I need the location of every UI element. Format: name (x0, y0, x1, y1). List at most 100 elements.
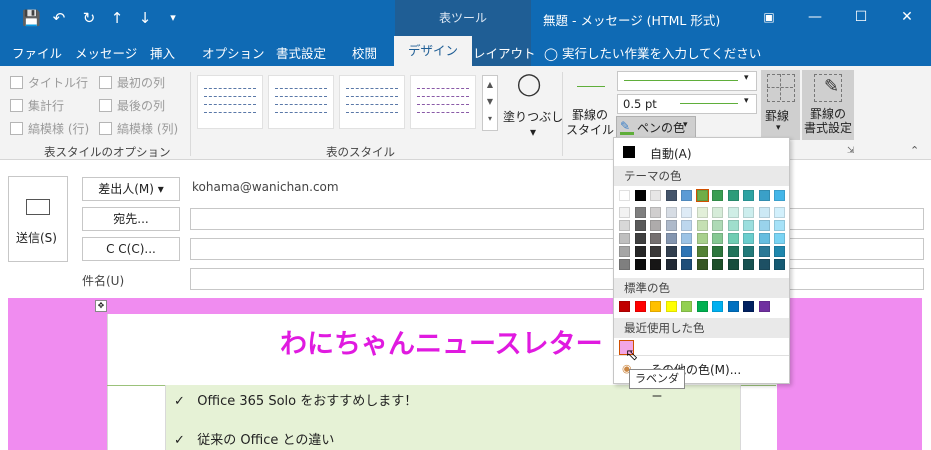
checkbox-header-row[interactable]: タイトル行 (10, 74, 88, 91)
standard-color-swatch[interactable] (743, 301, 754, 312)
tab-design[interactable]: デザイン (394, 36, 473, 66)
theme-shade-swatch[interactable] (774, 233, 785, 244)
standard-color-swatch[interactable] (758, 301, 770, 312)
theme-shade-swatch[interactable] (727, 233, 739, 244)
theme-shade-swatch[interactable] (758, 220, 770, 231)
table-style-3[interactable] (339, 75, 405, 129)
theme-shade-swatch[interactable] (758, 246, 770, 257)
theme-shade-swatch[interactable] (681, 207, 692, 218)
style-gallery-scroll[interactable]: ▲ ▼ ▾ (482, 75, 498, 131)
border-painter-button[interactable]: ✎ 罫線の 書式設定 (802, 70, 854, 140)
checkbox-first-column[interactable]: 最初の列 (99, 74, 165, 91)
theme-color-swatch[interactable] (727, 190, 739, 201)
standard-color-swatch[interactable] (619, 301, 630, 312)
checkbox-banded-rows[interactable]: 縞模様 (行) (10, 120, 89, 137)
maximize-icon[interactable]: ☐ (846, 6, 876, 28)
customize-icon[interactable]: ▾ (164, 9, 182, 27)
theme-shade-swatch[interactable] (743, 233, 754, 244)
theme-color-swatch[interactable] (665, 190, 677, 201)
theme-shade-swatch[interactable] (758, 259, 770, 270)
undo-icon[interactable]: ↶ (50, 9, 68, 27)
theme-shade-swatch[interactable] (634, 220, 646, 231)
theme-shade-swatch[interactable] (681, 233, 692, 244)
theme-shade-swatch[interactable] (650, 233, 661, 244)
minimize-icon[interactable]: — (800, 6, 830, 28)
table-style-2[interactable] (268, 75, 334, 129)
theme-shade-swatch[interactable] (634, 207, 646, 218)
collapse-ribbon-icon[interactable]: ⌃ (910, 144, 919, 157)
table-move-handle-icon[interactable]: ✥ (95, 300, 107, 312)
theme-shade-swatch[interactable] (665, 233, 677, 244)
theme-color-swatch[interactable] (712, 190, 723, 201)
table-style-1[interactable] (197, 75, 263, 129)
standard-color-swatch[interactable] (665, 301, 677, 312)
theme-color-swatch[interactable] (743, 190, 754, 201)
standard-color-swatch[interactable] (650, 301, 661, 312)
theme-shade-swatch[interactable] (696, 233, 708, 244)
line-weight-select[interactable]: 0.5 pt ▾ (617, 94, 757, 114)
theme-shade-swatch[interactable] (681, 246, 692, 257)
cc-field[interactable] (190, 238, 924, 260)
tell-me-box[interactable]: ◯ 実行したい作業を入力してください (544, 43, 761, 62)
theme-shade-swatch[interactable] (727, 259, 739, 270)
theme-shade-swatch[interactable] (758, 233, 770, 244)
border-styles-button[interactable]: 罫線の スタイル (566, 108, 614, 138)
theme-shade-swatch[interactable] (758, 207, 770, 218)
theme-color-swatch[interactable] (695, 189, 709, 202)
theme-shade-swatch[interactable] (712, 246, 723, 257)
standard-color-swatch[interactable] (681, 301, 692, 312)
standard-color-swatch[interactable] (634, 301, 646, 312)
theme-shade-swatch[interactable] (619, 246, 630, 257)
theme-shade-swatch[interactable] (634, 246, 646, 257)
tab-format[interactable]: 書式設定 (276, 43, 326, 62)
checkbox-last-column[interactable]: 最後の列 (99, 97, 165, 114)
pen-color-button[interactable]: ✎ ペンの色 ▾ (616, 116, 696, 138)
theme-shade-swatch[interactable] (774, 220, 785, 231)
theme-shade-swatch[interactable] (696, 259, 708, 270)
tab-review[interactable]: 校閲 (352, 43, 377, 62)
theme-shade-swatch[interactable] (650, 207, 661, 218)
subject-field[interactable] (190, 268, 924, 290)
dialog-launcher-icon[interactable]: ⇲ (847, 146, 855, 156)
standard-color-swatch[interactable] (727, 301, 739, 312)
tab-file[interactable]: ファイル (12, 43, 62, 62)
theme-shade-swatch[interactable] (696, 220, 708, 231)
shading-button[interactable]: 塗りつぶし ▾ (503, 108, 563, 139)
theme-shade-swatch[interactable] (634, 259, 646, 270)
line-style-select[interactable]: ▾ (617, 71, 757, 91)
theme-shade-swatch[interactable] (665, 246, 677, 257)
theme-shade-swatch[interactable] (712, 233, 723, 244)
cc-button[interactable]: C C(C)... (82, 237, 180, 261)
borders-button[interactable]: 罫線 ▾ (761, 70, 800, 140)
from-button[interactable]: 差出人(M) ▾ (82, 177, 180, 201)
theme-shade-swatch[interactable] (743, 207, 754, 218)
auto-color-item[interactable]: 自動(A) (650, 145, 692, 162)
theme-shade-swatch[interactable] (619, 207, 630, 218)
theme-shade-swatch[interactable] (727, 220, 739, 231)
save-icon[interactable]: 💾 (22, 9, 41, 27)
theme-shade-swatch[interactable] (774, 207, 785, 218)
theme-color-swatch[interactable] (634, 190, 646, 201)
close-icon[interactable]: ✕ (892, 6, 922, 28)
tab-options[interactable]: オプション (202, 43, 265, 62)
up-arrow-icon[interactable]: ↑ (108, 9, 126, 27)
theme-shade-swatch[interactable] (681, 220, 692, 231)
down-arrow-icon[interactable]: ↓ (136, 9, 154, 27)
theme-shade-swatch[interactable] (743, 246, 754, 257)
theme-shade-swatch[interactable] (619, 233, 630, 244)
theme-shade-swatch[interactable] (696, 207, 708, 218)
checkbox-banded-columns[interactable]: 縞模様 (列) (99, 120, 178, 137)
redo-icon[interactable]: ↻ (80, 9, 98, 27)
theme-shade-swatch[interactable] (774, 246, 785, 257)
send-button[interactable]: 送信(S) (8, 176, 68, 262)
tab-layout[interactable]: レイアウト (473, 43, 536, 62)
theme-shade-swatch[interactable] (619, 259, 630, 270)
tab-message[interactable]: メッセージ (75, 43, 137, 62)
to-field[interactable] (190, 208, 924, 230)
theme-shade-swatch[interactable] (727, 246, 739, 257)
theme-shade-swatch[interactable] (619, 220, 630, 231)
theme-shade-swatch[interactable] (650, 220, 661, 231)
ribbon-display-icon[interactable]: ▣ (754, 6, 784, 28)
theme-shade-swatch[interactable] (696, 246, 708, 257)
theme-color-swatch[interactable] (681, 190, 692, 201)
